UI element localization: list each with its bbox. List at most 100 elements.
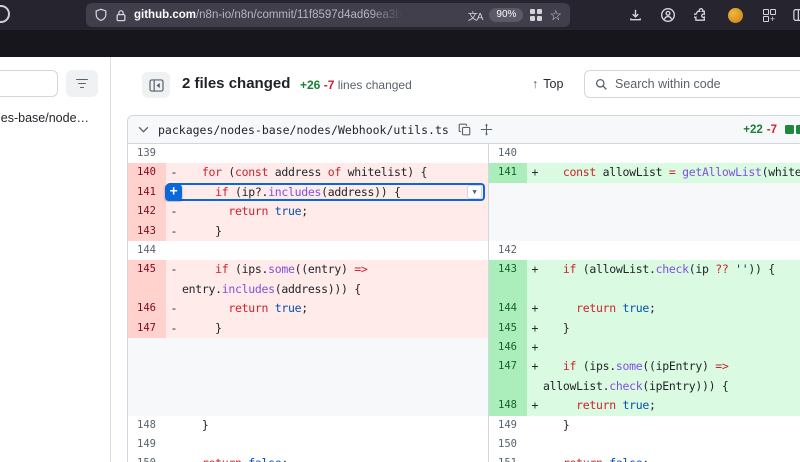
code-cell: } [182,222,488,241]
diff-marker: - [166,319,182,338]
line-number[interactable]: 151 [489,454,527,462]
diff-row: 141+ const allowList = getAllowList(whit… [489,163,800,182]
diff-marker: + [527,319,543,338]
diff-row: 139 [128,144,488,163]
diff-marker [527,241,543,260]
add-comment-button[interactable]: + [165,184,182,201]
filter-button[interactable] [66,70,98,97]
file-filter-input[interactable] [0,70,58,97]
file-path[interactable]: packages/nodes-base/nodes/Webhook/utils.… [158,123,449,137]
code-cell [182,241,488,260]
lock-icon[interactable] [115,9,127,22]
additions-count: +26 [300,78,320,92]
diff-marker: + [527,338,543,357]
line-number[interactable]: 146 [489,338,527,357]
containers-grid-icon[interactable] [530,9,542,21]
file-tree-item[interactable]: les-base/node… [0,111,89,125]
zoom-level-badge[interactable]: 90% [489,8,523,22]
code-cell: } [182,319,488,338]
line-number[interactable]: 145 [489,319,527,338]
line-number[interactable]: 148 [128,416,166,435]
diff-row: 143- } [128,222,488,241]
line-number[interactable]: 144 [489,299,527,318]
diff-marker: - [166,299,182,318]
code-cell: return false; [182,454,488,462]
line-number[interactable]: 150 [489,435,527,454]
line-menu-caret[interactable]: ▼ [467,185,482,199]
code-cell [182,435,488,454]
chevron-down-icon[interactable] [138,126,149,133]
line-number[interactable]: 147 [128,319,166,338]
extension-puzzle-icon[interactable] [688,2,714,28]
diff-row: 140 [489,144,800,163]
diff-marker: + [527,299,543,318]
download-icon[interactable] [622,2,648,28]
diff-row: 144+ return true; [489,299,800,318]
diff-marker: - [166,163,182,182]
file-deletions: -7 [767,124,777,136]
line-number[interactable]: 141 [489,163,527,182]
line-number[interactable]: 148 [489,396,527,415]
github-commit-page: les-base/node… 2 files changed +26 -7 li… [0,57,800,462]
url-bar[interactable]: github.com/n8n-io/n8n/commit/11f8597d4ad… [86,3,570,27]
translate-icon[interactable]: 文A [468,8,483,23]
line-number[interactable]: 143 [489,260,527,299]
line-number[interactable]: 139 [128,144,166,163]
diff-marker: - [166,202,182,221]
diff-row: 147- } [128,319,488,338]
diff-row: 149 [128,435,488,454]
line-number[interactable]: 145 [128,260,166,299]
file-header: packages/nodes-base/nodes/Webhook/utils.… [128,116,800,144]
diff-row: 146- return true; [128,299,488,318]
collapse-file-tree-button[interactable] [142,72,170,98]
code-cell [543,338,800,357]
diff-marker [527,144,543,163]
diff-pane-old: 139140- for (const address of whitelist)… [128,144,489,462]
reload-icon[interactable] [0,5,10,23]
diff-row: 148 } [128,416,488,435]
account-icon[interactable] [655,2,681,28]
line-number[interactable]: 150 [128,454,166,462]
shield-icon[interactable] [94,8,108,22]
diff-row: 146+ [489,338,800,357]
back-to-top-link[interactable]: ↑ Top [532,77,563,91]
code-cell: if (ip?.includes(address)) {+▼ [182,183,488,202]
diff-row: 142 [489,241,800,260]
file-additions: +22 [743,124,763,136]
bookmark-star-icon[interactable]: ☆ [549,7,562,24]
diff-marker: + [527,260,543,299]
diff-row: 150 return false; [128,454,488,462]
drag-handle-icon[interactable] [480,123,493,136]
diff-row: 150 [489,435,800,454]
diff-row: 148+ return true; [489,396,800,415]
line-number[interactable]: 147 [489,357,527,396]
search-within-code-input[interactable]: Search within code [584,70,800,98]
sidebar-toggle-icon[interactable] [788,2,800,28]
code-cell: if (ips.some((entry) =>entry.includes(ad… [182,260,488,299]
line-number[interactable]: 149 [128,435,166,454]
browser-tab-bar: CD Segurança – Conver… [0,30,800,57]
diff-row: 143+ if (allowList.check(ip ?? '')) { [489,260,800,299]
diff-marker [166,454,182,462]
diff-marker [166,435,182,454]
line-number[interactable]: 144 [128,241,166,260]
extensions-grid-plus-icon[interactable]: + [756,2,782,28]
line-number[interactable]: 149 [489,416,527,435]
copy-path-icon[interactable] [458,123,471,136]
line-number[interactable]: 142 [128,202,166,221]
line-number[interactable]: 146 [128,299,166,318]
extension-orange-icon[interactable] [722,2,748,28]
diff-marker: + [527,163,543,182]
addition-block [796,125,800,134]
line-number[interactable]: 140 [128,163,166,182]
diff-row: 144 [128,241,488,260]
diff-row: 151 return false; [489,454,800,462]
line-number[interactable]: 141 [128,183,166,202]
file-stats: +22 -7 [743,124,800,136]
diff-row: 141 if (ip?.includes(address)) {+▼ [128,183,488,202]
line-number[interactable]: 143 [128,222,166,241]
diff-row: 145- if (ips.some((entry) =>entry.includ… [128,260,488,299]
diff-marker: + [527,357,543,396]
line-number[interactable]: 140 [489,144,527,163]
line-number[interactable]: 142 [489,241,527,260]
